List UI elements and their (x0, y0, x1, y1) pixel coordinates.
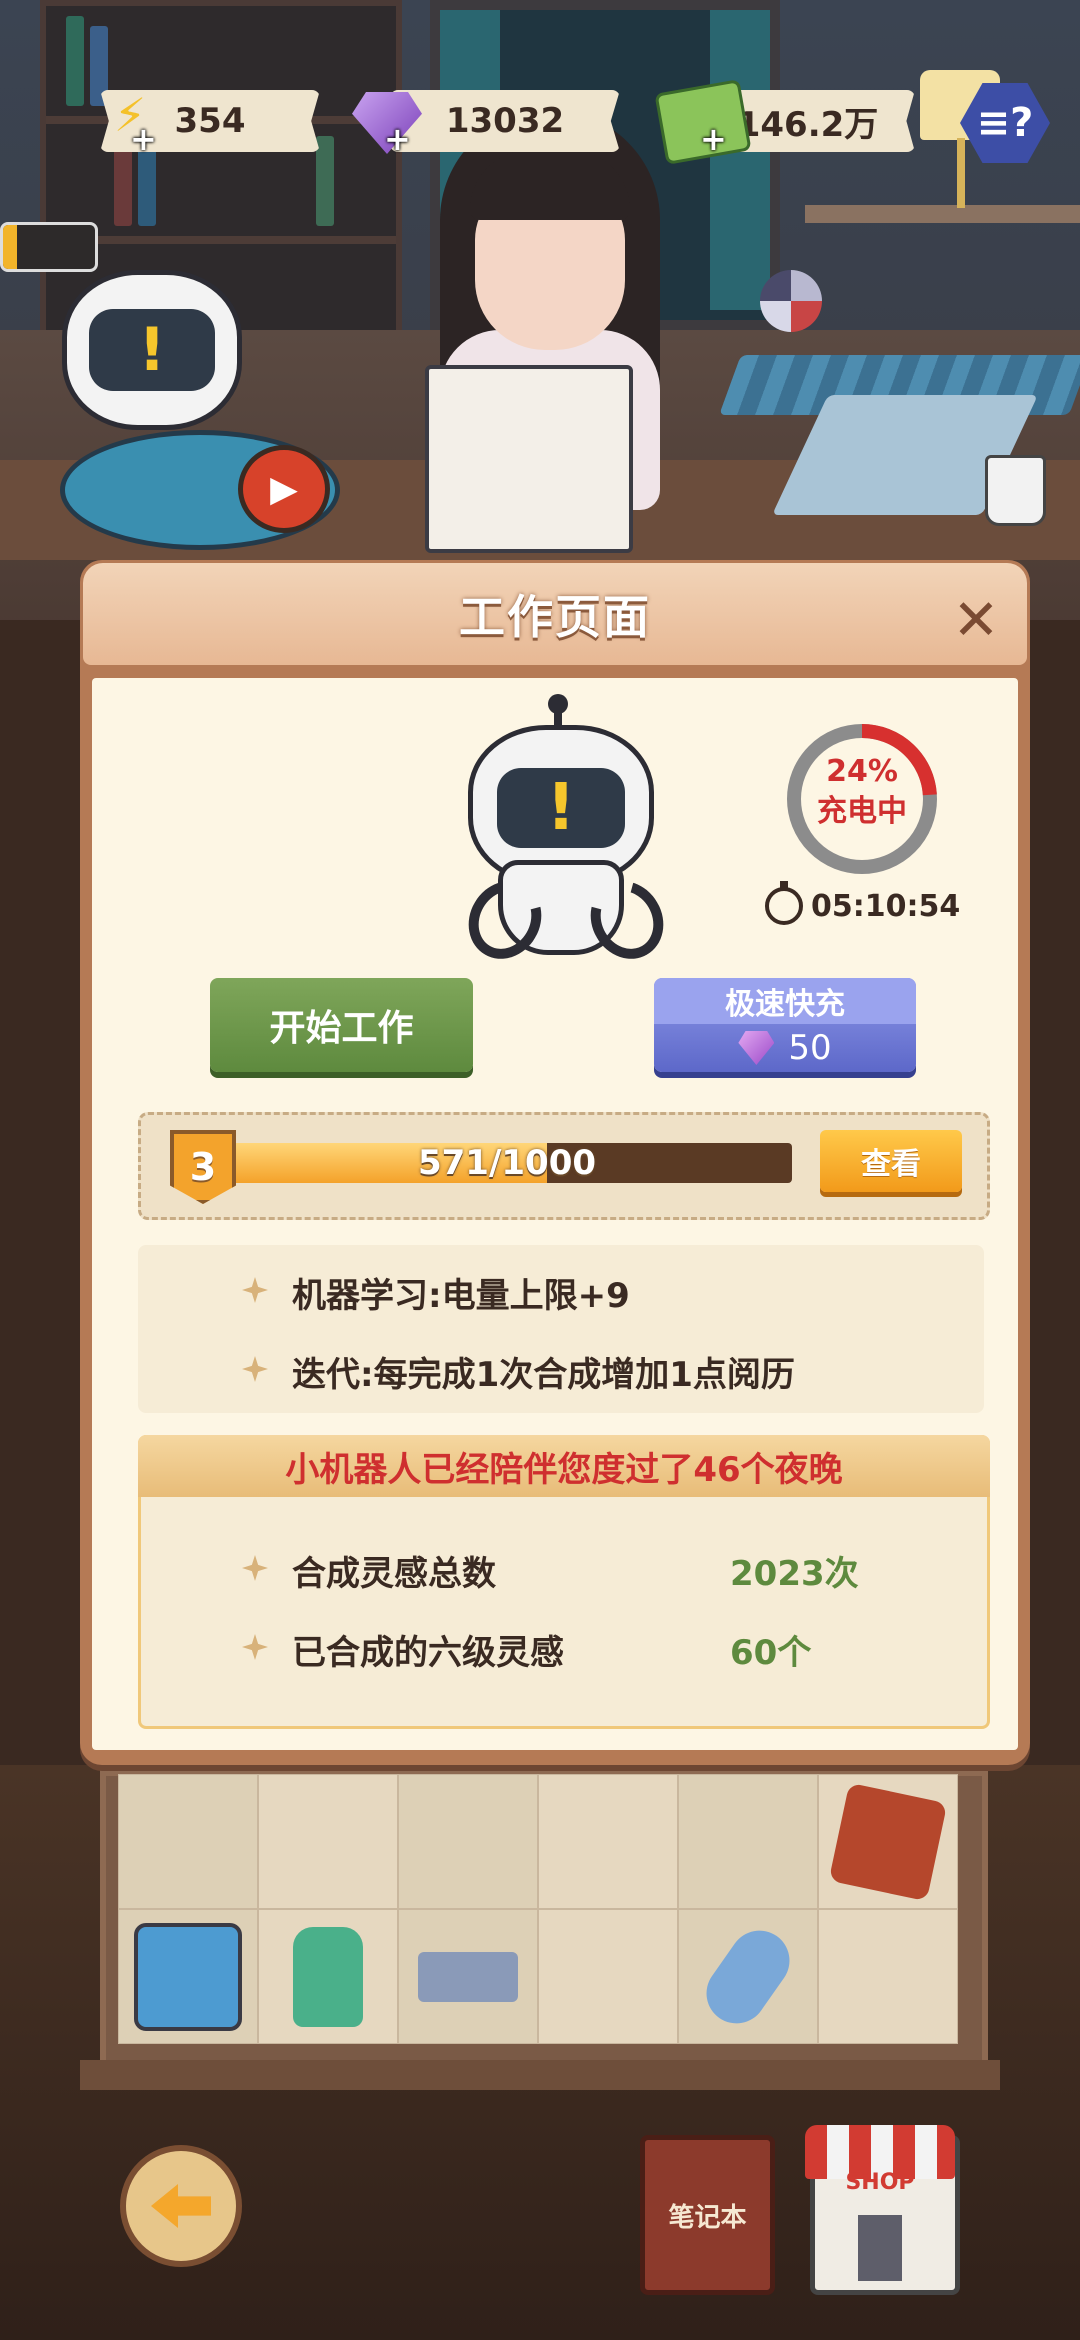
fast-charge-label: 极速快充 (654, 978, 916, 1024)
gun-item-icon[interactable] (418, 1951, 518, 2002)
grid-cell[interactable] (818, 1909, 958, 2044)
grid-cell[interactable] (538, 1774, 678, 1909)
xp-text: 571/1000 (417, 1143, 597, 1183)
capsule-item-icon[interactable] (694, 1918, 802, 2035)
bonus-item: 机器学习:电量上限+9 (292, 1276, 630, 1316)
stat-label: 已合成的六级灵感 (292, 1633, 564, 1673)
tablet-item-icon[interactable] (134, 1922, 242, 2031)
money-plus-icon[interactable]: + (700, 120, 727, 158)
side-table (805, 205, 1080, 223)
play-button[interactable]: ▶ (238, 445, 330, 533)
timer-value: 05:10:54 (811, 888, 961, 924)
book-item-icon[interactable] (828, 1782, 948, 1901)
bonus-item: 迭代:每完成1次合成增加1点阅历 (292, 1355, 795, 1395)
close-icon[interactable]: ✕ (946, 588, 1006, 653)
bottle-item-icon[interactable] (293, 1926, 363, 2027)
notebook-button[interactable]: 笔记本 (640, 2135, 775, 2295)
mug-icon (985, 455, 1046, 526)
gem-icon (738, 1031, 775, 1065)
ball-icon (760, 270, 822, 332)
scene-robot[interactable]: ! (62, 270, 242, 430)
start-work-button[interactable]: 开始工作 (210, 978, 473, 1072)
grid-cell[interactable] (258, 1774, 398, 1909)
stat-value: 60个 (730, 1633, 812, 1673)
stopwatch-icon (765, 881, 803, 925)
gem-plus-icon[interactable]: + (384, 120, 411, 158)
grid-cell[interactable] (118, 1774, 258, 1909)
shop-label: SHOP (845, 2170, 915, 2195)
grid-cell[interactable] (818, 1774, 958, 1909)
charge-percent: 24% (826, 754, 898, 789)
charge-timer: 05:10:54 (765, 881, 975, 928)
grid-cell[interactable] (398, 1774, 538, 1909)
battery-indicator (0, 222, 98, 272)
fast-charge-button[interactable]: 极速快充 50 (654, 978, 916, 1072)
back-button[interactable] (120, 2145, 242, 2267)
fast-charge-cost: 50 (788, 1028, 832, 1068)
grid-cell[interactable] (538, 1909, 678, 2044)
charge-status: 充电中 (817, 794, 907, 829)
companion-banner: 小机器人已经陪伴您度过了46个夜晚 (138, 1435, 990, 1497)
grid-cell[interactable] (678, 1909, 818, 2044)
notebook-label: 笔记本 (668, 2202, 747, 2233)
view-button[interactable]: 查看 (820, 1130, 962, 1192)
grid-cell[interactable] (118, 1909, 258, 2044)
gem-counter[interactable]: 13032 (390, 90, 620, 152)
item-grid (118, 1774, 958, 2044)
stat-value: 2023次 (730, 1554, 859, 1594)
stat-label: 合成灵感总数 (292, 1554, 496, 1594)
grid-cell[interactable] (678, 1774, 818, 1909)
grid-cell[interactable] (258, 1909, 398, 2044)
energy-plus-icon[interactable]: + (130, 120, 157, 158)
grid-cell[interactable] (398, 1909, 538, 2044)
back-arrow-icon (151, 2184, 211, 2228)
reading-book-icon (425, 365, 633, 553)
dialog-title: 工作页面 (459, 590, 651, 644)
